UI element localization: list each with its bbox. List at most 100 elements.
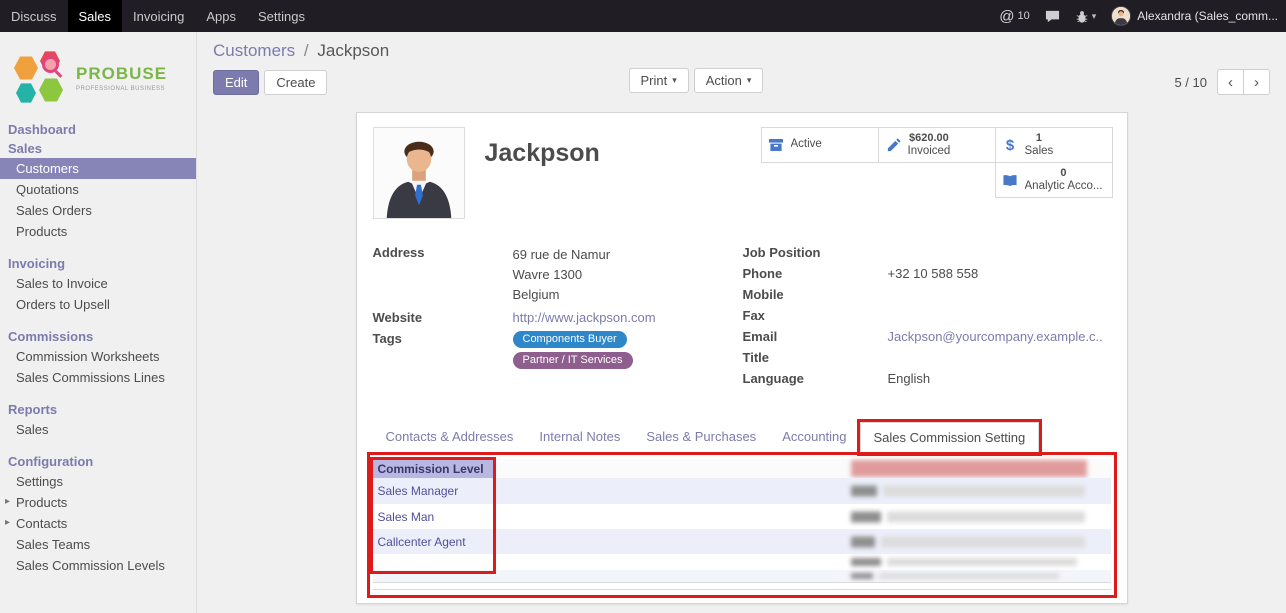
sidebar-section-dashboard[interactable]: Dashboard [0, 120, 196, 139]
breadcrumb-separator: / [304, 41, 309, 60]
fax-label: Fax [743, 308, 888, 324]
stat-label: Active [791, 138, 822, 151]
mentions-button[interactable]: @ 10 [999, 8, 1029, 25]
website-link[interactable]: http://www.jackpson.com [513, 310, 743, 326]
pager-previous-button[interactable]: ‹ [1217, 69, 1244, 95]
table-row-empty[interactable] [373, 570, 1111, 582]
field-language: Language English [743, 371, 1111, 387]
invoiced-stat-button[interactable]: $620.00 Invoiced [878, 127, 996, 163]
sidebar-section-invoicing[interactable]: Invoicing [0, 254, 196, 273]
table-row-sales-manager[interactable]: Sales Manager [373, 478, 1111, 504]
column-header-commission-level[interactable]: Commission Level [373, 459, 493, 478]
book-icon [1002, 173, 1019, 188]
address-line2: Wavre 1300 [513, 265, 743, 285]
email-label: Email [743, 329, 888, 345]
sidebar-section-sales[interactable]: Sales [0, 139, 196, 158]
sidebar-item-sales-orders[interactable]: Sales Orders [0, 200, 196, 221]
tab-internal-notes[interactable]: Internal Notes [526, 422, 633, 452]
bug-icon [1075, 9, 1089, 24]
customer-photo [373, 127, 465, 219]
sidebar-item-settings[interactable]: Settings [0, 471, 196, 492]
field-phone: Phone +32 10 588 558 [743, 266, 1111, 282]
tab-sales-purchases[interactable]: Sales & Purchases [633, 422, 769, 452]
app-logo[interactable]: PROBUSE PROFESSIONAL BUSINESS [0, 32, 196, 120]
field-fax: Fax [743, 308, 1111, 324]
tab-contacts-addresses[interactable]: Contacts & Addresses [373, 422, 527, 452]
mobile-label: Mobile [743, 287, 888, 303]
redacted-cell [851, 511, 881, 522]
user-avatar [1111, 6, 1131, 26]
tab-accounting[interactable]: Accounting [769, 422, 859, 452]
sidebar-item-commission-worksheets[interactable]: Commission Worksheets [0, 346, 196, 367]
field-tags: Tags Components Buyer Partner / IT Servi… [373, 331, 743, 373]
field-mobile: Mobile [743, 287, 1111, 303]
redacted-cell [883, 486, 1085, 497]
logo-subtitle: PROFESSIONAL BUSINESS [76, 86, 167, 92]
menu-sales[interactable]: Sales [68, 0, 123, 32]
user-name: Alexandra (Sales_comm... [1137, 9, 1278, 23]
debug-menu-button[interactable]: ▾ [1075, 9, 1097, 24]
analytic-accounts-stat-button[interactable]: 0 Analytic Acco... [995, 162, 1113, 198]
record-title: Jackpson [485, 139, 600, 219]
redacted-cell [887, 558, 1077, 566]
stat-buttons: Active $620.00 Invoiced $ [761, 127, 1113, 198]
action-dropdown-button[interactable]: Action ▾ [694, 68, 764, 93]
menu-settings[interactable]: Settings [247, 0, 316, 32]
mobile-value [888, 287, 1111, 303]
redacted-cell [851, 486, 877, 497]
mention-count-badge: 10 [1017, 10, 1029, 22]
user-menu[interactable]: Alexandra (Sales_comm... [1111, 6, 1278, 26]
tags-value: Components Buyer Partner / IT Services [513, 331, 743, 373]
archive-icon [768, 137, 785, 153]
phone-label: Phone [743, 266, 888, 282]
menu-invoicing[interactable]: Invoicing [122, 0, 195, 32]
sidebar-section-commissions[interactable]: Commissions [0, 327, 196, 346]
sidebar-item-products[interactable]: Products [0, 221, 196, 242]
email-link[interactable]: Jackpson@yourcompany.example.c.. [888, 329, 1111, 345]
cell-commission-level: Sales Man [373, 504, 493, 529]
sales-stat-button[interactable]: $ 1 Sales [995, 127, 1113, 163]
table-row-sales-man[interactable]: Sales Man [373, 504, 1111, 529]
sidebar-item-orders-to-upsell[interactable]: Orders to Upsell [0, 294, 196, 315]
stat-label: Sales [1025, 145, 1054, 158]
breadcrumb-customers-link[interactable]: Customers [213, 41, 295, 60]
pager-next-button[interactable]: › [1243, 69, 1270, 95]
messages-button[interactable] [1045, 9, 1060, 24]
pager-counter[interactable]: 5 / 10 [1174, 75, 1207, 90]
sidebar-item-config-contacts[interactable]: ▸ Contacts [0, 513, 196, 534]
magnifier-icon [42, 56, 59, 73]
dollar-icon: $ [1002, 137, 1019, 154]
notebook-tabs: Contacts & Addresses Internal Notes Sale… [373, 422, 1111, 453]
sidebar-item-reports-sales[interactable]: Sales [0, 419, 196, 440]
pencil-icon [885, 138, 902, 153]
sidebar-item-config-products[interactable]: ▸ Products [0, 492, 196, 513]
redacted-cell [881, 536, 1085, 547]
sidebar-section-configuration[interactable]: Configuration [0, 452, 196, 471]
create-button[interactable]: Create [264, 70, 327, 95]
sidebar-menu: Dashboard Sales Customers Quotations Sal… [0, 120, 196, 576]
menu-discuss[interactable]: Discuss [0, 0, 68, 32]
print-label: Print [641, 73, 668, 88]
cell-commission-level: Sales Manager [373, 478, 493, 504]
sidebar-item-sales-to-invoice[interactable]: Sales to Invoice [0, 273, 196, 294]
breadcrumb: Customers / Jackpson [213, 38, 1270, 64]
edit-button[interactable]: Edit [213, 70, 259, 95]
table-row-empty [373, 582, 1111, 589]
sidebar-item-sales-commission-levels[interactable]: Sales Commission Levels [0, 555, 196, 576]
table-row-callcenter-agent[interactable]: Callcenter Agent [373, 529, 1111, 554]
sidebar-item-sales-commissions-lines[interactable]: Sales Commissions Lines [0, 367, 196, 388]
field-email: Email Jackpson@yourcompany.example.c.. [743, 329, 1111, 345]
tab-sales-commission-setting[interactable]: Sales Commission Setting [860, 422, 1040, 453]
table-row-empty[interactable] [373, 554, 1111, 570]
sidebar-section-reports[interactable]: Reports [0, 400, 196, 419]
active-stat-button[interactable]: Active [761, 127, 879, 163]
sidebar-item-quotations[interactable]: Quotations [0, 179, 196, 200]
stat-label: Analytic Acco... [1025, 180, 1103, 193]
menu-apps[interactable]: Apps [195, 0, 247, 32]
language-label: Language [743, 371, 888, 387]
table-header-row: Commission Level [373, 459, 1111, 478]
sidebar-item-sales-teams[interactable]: Sales Teams [0, 534, 196, 555]
sidebar-item-customers[interactable]: Customers [0, 158, 196, 179]
print-dropdown-button[interactable]: Print ▾ [629, 68, 689, 93]
website-label: Website [373, 310, 513, 326]
